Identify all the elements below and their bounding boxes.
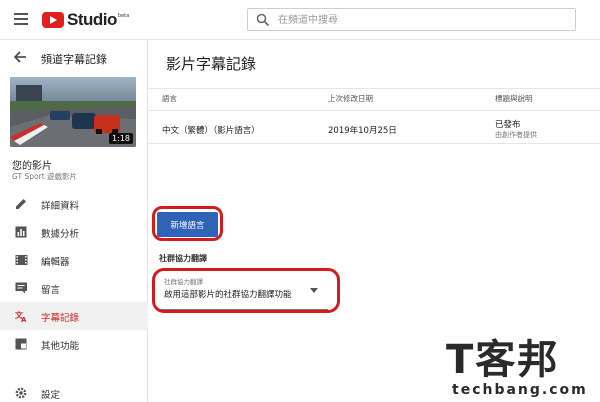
- video-thumbnail[interactable]: 1:18: [10, 77, 136, 147]
- film-icon: [15, 255, 28, 265]
- row-language: 中文（繁體）（影片語言）: [162, 126, 260, 136]
- search-input[interactable]: [278, 12, 558, 28]
- watermark-logo: T客邦 techbang.com: [438, 338, 598, 402]
- more-features-icon: [15, 338, 27, 350]
- sidebar-nav: 詳細資料 數據分析 編輯器 留言 文 A 字幕記錄 其他功能: [0, 190, 148, 358]
- dropdown-value: 啟用這部影片的社群協力翻譯功能: [164, 290, 292, 300]
- search-box[interactable]: [247, 8, 576, 31]
- pencil-icon: [16, 199, 26, 209]
- caret-down-icon[interactable]: [310, 288, 318, 293]
- sidebar-item-editor[interactable]: 編輯器: [0, 246, 148, 274]
- column-header-language: 語言: [162, 94, 177, 103]
- menu-icon[interactable]: [14, 13, 28, 25]
- divider: [149, 143, 600, 144]
- sidebar-item-label: 編輯器: [41, 257, 70, 268]
- search-icon[interactable]: [256, 13, 270, 27]
- top-bar: Studio beta: [0, 0, 600, 40]
- video-name: GT Sport 遊戲影片: [12, 172, 78, 181]
- add-language-button[interactable]: 新增語言: [157, 212, 218, 237]
- dropdown-label: 社群協力翻譯: [164, 278, 203, 286]
- settings-label: 設定: [41, 390, 61, 401]
- back-label: 頻道字幕記錄: [41, 53, 107, 66]
- gear-icon: [15, 387, 27, 399]
- translate-icon: 文 A: [15, 310, 27, 322]
- comment-icon: [15, 282, 27, 294]
- svg-text:A: A: [21, 316, 27, 322]
- row-status: 已發布: [495, 120, 521, 130]
- watermark-url: techbang.com: [452, 382, 588, 398]
- sidebar-item-label: 留言: [41, 285, 61, 296]
- sidebar-item-label: 詳細資料: [41, 201, 80, 212]
- logo-badge: beta: [117, 12, 130, 19]
- sidebar-item-details[interactable]: 詳細資料: [0, 190, 148, 218]
- back-to-channel[interactable]: 頻道字幕記錄: [0, 40, 148, 74]
- column-header-modified: 上次修改日期: [328, 94, 373, 103]
- youtube-play-icon: [42, 12, 64, 28]
- sidebar-item-label: 字幕記錄: [41, 313, 80, 324]
- arrow-back-icon[interactable]: [14, 51, 27, 63]
- sidebar: 頻道字幕記錄 1:18 您的影片 GT Sport 遊戲影片 詳細資料 數據分析…: [0, 40, 148, 402]
- sidebar-item-comments[interactable]: 留言: [0, 274, 148, 302]
- sidebar-item-label: 其他功能: [41, 341, 80, 352]
- divider: [149, 110, 600, 111]
- studio-logo[interactable]: Studio beta: [42, 10, 129, 30]
- community-contributions-heading: 社群協力翻譯: [159, 254, 207, 263]
- analytics-icon: [15, 226, 27, 238]
- sidebar-item-settings[interactable]: 設定: [0, 382, 148, 402]
- watermark-title: T客邦: [446, 337, 560, 383]
- row-modified-date: 2019年10月25日: [328, 126, 397, 136]
- my-video-label: 您的影片: [12, 161, 52, 172]
- video-duration: 1:18: [109, 133, 133, 144]
- logo-text: Studio: [67, 10, 117, 29]
- column-header-title-desc: 標題與說明: [495, 94, 533, 103]
- page-title: 影片字幕記錄: [166, 55, 257, 73]
- sidebar-item-other-features[interactable]: 其他功能: [0, 330, 148, 358]
- sidebar-item-transcriptions[interactable]: 文 A 字幕記錄: [0, 302, 148, 330]
- sidebar-item-analytics[interactable]: 數據分析: [0, 218, 148, 246]
- community-contributions-dropdown[interactable]: 社群協力翻譯 啟用這部影片的社群協力翻譯功能: [160, 274, 328, 310]
- divider: [149, 88, 600, 89]
- row-status-sub: 由創作者提供: [495, 131, 537, 139]
- sidebar-item-label: 數據分析: [41, 229, 80, 240]
